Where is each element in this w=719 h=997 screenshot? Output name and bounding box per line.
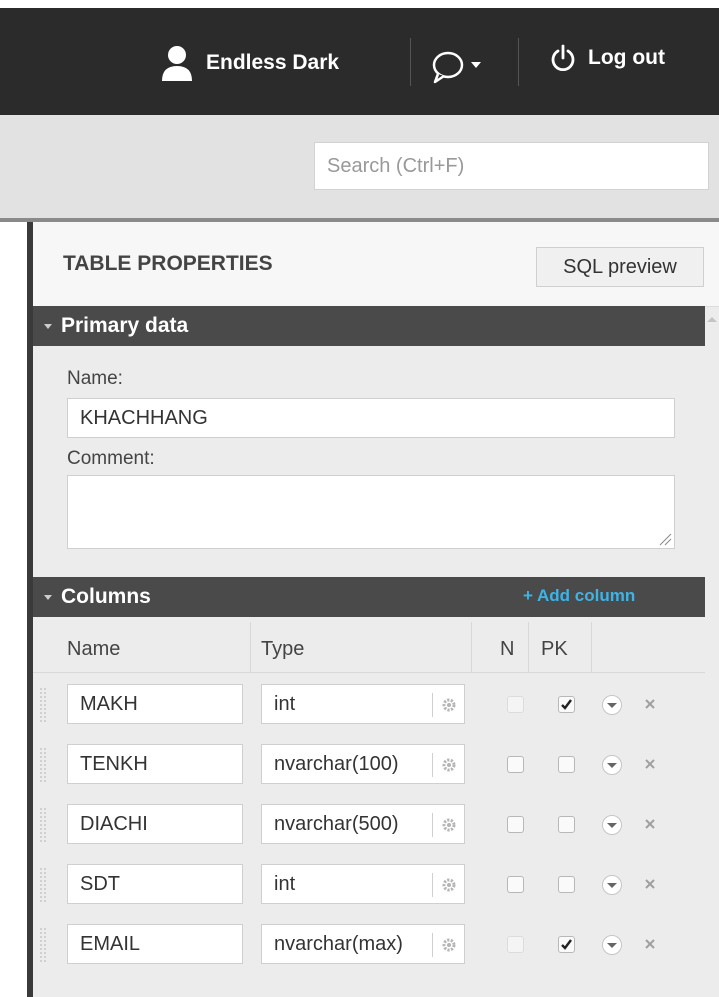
gear-icon[interactable] (440, 696, 458, 714)
divider (410, 38, 411, 86)
table-properties-panel: TABLE PROPERTIES SQL preview Primary dat… (27, 222, 719, 997)
column-header-name: Name (67, 638, 121, 660)
name-label: Name: (67, 368, 123, 389)
type-divider (432, 933, 433, 957)
column-type-field[interactable]: nvarchar(max) (261, 924, 465, 964)
column-type-value: nvarchar(max) (274, 933, 403, 955)
column-name-field[interactable] (67, 744, 243, 784)
primary-data-header[interactable]: Primary data (33, 306, 705, 346)
column-type-field[interactable]: nvarchar(500) (261, 804, 465, 844)
nullable-checkbox (507, 696, 524, 713)
divider (518, 38, 519, 86)
gear-icon[interactable] (440, 756, 458, 774)
column-type-value: int (274, 693, 296, 715)
power-icon (551, 44, 575, 72)
checkmark-icon (561, 939, 572, 950)
chat-bubble-icon[interactable] (430, 48, 490, 84)
columns-table-header: Name Type N PK (33, 622, 705, 673)
columns-header[interactable]: Columns + Add column (33, 577, 705, 617)
user-name: Endless Dark (206, 51, 340, 74)
close-icon[interactable] (641, 695, 659, 713)
nullable-checkbox[interactable] (507, 816, 524, 833)
chevron-down-icon (471, 62, 481, 68)
gear-icon[interactable] (440, 816, 458, 834)
close-icon[interactable] (641, 755, 659, 773)
checkmark-icon (561, 699, 572, 710)
column-divider (250, 622, 251, 672)
drag-handle-icon[interactable] (39, 746, 47, 784)
table-name-field[interactable] (67, 398, 675, 438)
panel-title: TABLE PROPERTIES (63, 252, 273, 275)
type-divider (432, 693, 433, 717)
resize-handle-icon[interactable] (658, 532, 672, 546)
drag-handle-icon[interactable] (39, 806, 47, 844)
close-icon[interactable] (641, 875, 659, 893)
table-row: int (33, 856, 705, 916)
logout-button[interactable]: Log out (550, 44, 665, 72)
nullable-checkbox[interactable] (507, 756, 524, 773)
primary-key-checkbox[interactable] (558, 696, 575, 713)
column-menu-icon[interactable] (601, 874, 623, 896)
primary-key-checkbox[interactable] (558, 936, 575, 953)
collapse-caret-icon (44, 324, 52, 329)
primary-key-checkbox[interactable] (558, 816, 575, 833)
column-divider (471, 622, 472, 672)
column-divider (528, 622, 529, 672)
table-row: nvarchar(max) (33, 916, 705, 976)
nullable-checkbox (507, 936, 524, 953)
sql-preview-button[interactable]: SQL preview (536, 247, 704, 287)
column-name-field[interactable] (67, 684, 243, 724)
scroll-up-arrow[interactable] (705, 314, 719, 324)
search-bar (0, 115, 719, 222)
gear-icon[interactable] (440, 876, 458, 894)
table-row: nvarchar(100) (33, 736, 705, 796)
column-header-type: Type (261, 638, 305, 660)
close-icon[interactable] (641, 815, 659, 833)
column-type-field[interactable]: int (261, 864, 465, 904)
column-type-field[interactable]: nvarchar(100) (261, 744, 465, 784)
column-name-field[interactable] (67, 924, 243, 964)
nullable-checkbox[interactable] (507, 876, 524, 893)
drag-handle-icon[interactable] (39, 686, 47, 724)
top-bar: Endless Dark Log out (0, 8, 719, 115)
panel-header: TABLE PROPERTIES SQL preview (33, 222, 719, 307)
logout-label: Log out (588, 46, 665, 69)
add-column-link[interactable]: + Add column (523, 586, 635, 606)
column-header-pk: PK (541, 638, 568, 660)
gear-icon[interactable] (440, 936, 458, 954)
column-header-n: N (500, 638, 515, 660)
primary-key-checkbox[interactable] (558, 756, 575, 773)
user-icon (162, 46, 192, 81)
column-menu-icon[interactable] (601, 934, 623, 956)
primary-key-checkbox[interactable] (558, 876, 575, 893)
type-divider (432, 813, 433, 837)
type-divider (432, 753, 433, 777)
collapse-caret-icon (44, 595, 52, 600)
column-name-field[interactable] (67, 804, 243, 844)
drag-handle-icon[interactable] (39, 866, 47, 904)
column-type-field[interactable]: int (261, 684, 465, 724)
comment-field[interactable] (67, 475, 675, 549)
drag-handle-icon[interactable] (39, 926, 47, 964)
search-input[interactable] (314, 142, 709, 190)
column-menu-icon[interactable] (601, 814, 623, 836)
column-type-value: int (274, 873, 296, 895)
comment-label: Comment: (67, 448, 155, 469)
column-divider (591, 622, 592, 672)
table-row: nvarchar(500) (33, 796, 705, 856)
column-menu-icon[interactable] (601, 754, 623, 776)
table-row: int (33, 676, 705, 736)
column-type-value: nvarchar(100) (274, 753, 399, 775)
user-menu[interactable]: Endless Dark (160, 44, 339, 82)
type-divider (432, 873, 433, 897)
column-name-field[interactable] (67, 864, 243, 904)
primary-data-title: Primary data (61, 314, 189, 337)
column-type-value: nvarchar(500) (274, 813, 399, 835)
column-menu-icon[interactable] (601, 694, 623, 716)
close-icon[interactable] (641, 935, 659, 953)
columns-title: Columns (61, 585, 151, 608)
